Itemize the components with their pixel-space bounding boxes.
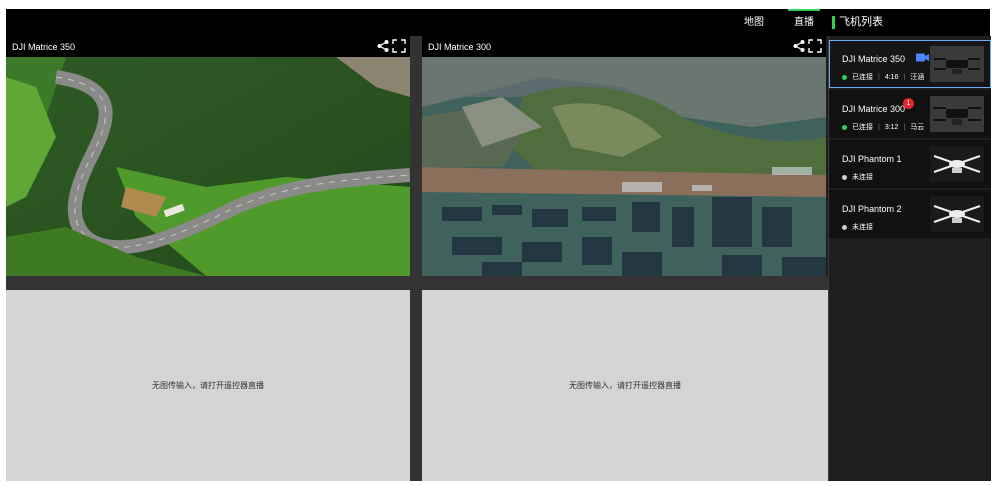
separator: | — [878, 73, 880, 81]
no-signal-text: 无图传输入，请打开遥控器直播 — [152, 381, 264, 390]
separator: | — [878, 123, 880, 131]
device-item-matrice-300[interactable]: DJI Matrice 300 1 已连接 | 3:12 | 马云 — [829, 90, 991, 138]
no-signal-panel-right: 无图传输入，请打开遥控器直播 — [422, 290, 828, 481]
fullscreen-icon[interactable] — [808, 39, 822, 53]
no-signal-panel-left: 无图传输入，请打开遥控器直播 — [6, 290, 410, 481]
share-icon[interactable] — [376, 39, 390, 53]
drone-thumbnail — [930, 46, 984, 82]
status-dot-disconnected — [842, 224, 847, 230]
panel-header: DJI Matrice 300 — [422, 36, 826, 57]
share-icon[interactable] — [792, 39, 806, 53]
no-signal-text: 无图传输入，请打开遥控器直播 — [569, 381, 681, 390]
pilot-name: 汪涵 — [910, 74, 925, 81]
flight-time: 3:12 — [884, 123, 899, 131]
video-camera-icon — [916, 53, 929, 62]
status-text: 未连接 — [852, 174, 873, 181]
video-feed-mountain-road[interactable] — [6, 57, 410, 276]
status-dot-connected — [842, 74, 847, 80]
panel-title: DJI Matrice 350 — [12, 42, 76, 52]
top-bar: 地图 直播 飞机列表 — [6, 9, 990, 36]
panel-header: DJI Matrice 350 — [6, 36, 410, 57]
status-dot-disconnected — [842, 174, 847, 180]
video-panel-right: DJI Matrice 300 — [422, 36, 826, 276]
device-list-title: 飞机列表 — [832, 9, 883, 36]
device-item-phantom-2[interactable]: DJI Phantom 2 未连接 — [829, 190, 991, 238]
status-dot-connected — [842, 124, 847, 130]
device-name: DJI Phantom 1 — [842, 154, 902, 164]
nav-map[interactable]: 地图 — [736, 9, 772, 36]
separator: | — [903, 123, 906, 131]
drone-thumbnail — [930, 146, 984, 182]
panel-divider-vertical — [410, 36, 422, 481]
pilot-name: 马云 — [910, 124, 925, 131]
flight-time: 4:16 — [884, 73, 899, 81]
app-window: 地图 直播 飞机列表 DJI Matrice 350 DJI Matrice 3… — [6, 9, 991, 481]
status-text: 已连接 — [852, 124, 873, 131]
panel-divider-horizontal — [6, 276, 828, 290]
status-text: 未连接 — [852, 224, 873, 231]
nav-live[interactable]: 直播 — [784, 9, 824, 36]
device-name: DJI Phantom 2 — [842, 204, 902, 214]
drone-thumbnail — [930, 196, 984, 232]
video-panel-left: DJI Matrice 350 — [6, 36, 410, 276]
status-text: 已连接 — [852, 74, 873, 81]
device-list: DJI Matrice 350 已连接 | 4:16 | 汪涵 DJI Matr… — [828, 36, 991, 481]
notification-badge: 1 — [903, 98, 914, 109]
drone-thumbnail — [930, 96, 984, 132]
panel-title: DJI Matrice 300 — [428, 42, 492, 52]
fullscreen-icon[interactable] — [392, 39, 406, 53]
device-name: DJI Matrice 350 — [842, 54, 906, 64]
device-item-matrice-350[interactable]: DJI Matrice 350 已连接 | 4:16 | 汪涵 — [829, 40, 991, 88]
device-item-phantom-1[interactable]: DJI Phantom 1 未连接 — [829, 140, 991, 188]
separator: | — [903, 73, 906, 81]
video-feed-coastal-aquaculture[interactable] — [422, 57, 826, 276]
device-name: DJI Matrice 300 — [842, 104, 906, 114]
